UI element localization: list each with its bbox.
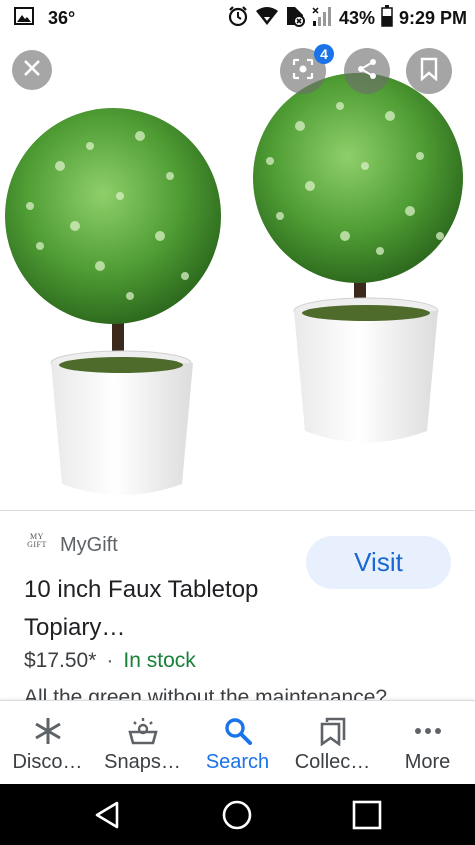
- snapshot-icon: [127, 715, 159, 747]
- image-viewer: 4: [0, 36, 475, 510]
- bottom-nav: Disco… Snaps… Search Collec… More: [0, 700, 475, 784]
- nav-label: More: [404, 751, 451, 773]
- product-image: [5, 73, 463, 495]
- nav-discover[interactable]: Disco…: [0, 701, 95, 784]
- more-icon: [413, 715, 443, 747]
- signal-icon: [311, 5, 333, 32]
- nav-search[interactable]: Search: [190, 701, 285, 784]
- recents-icon[interactable]: [350, 798, 384, 832]
- nav-label: Disco…: [12, 751, 83, 773]
- search-icon: [223, 715, 253, 747]
- source-logo: MY GIFT: [27, 532, 47, 549]
- separator-dot: ·: [106, 649, 114, 672]
- close-icon: [23, 59, 41, 82]
- nav-label: Search: [205, 751, 270, 773]
- temperature-text: 36°: [48, 8, 76, 28]
- nav-snapshot[interactable]: Snaps…: [95, 701, 190, 784]
- system-nav-bar: [0, 784, 475, 845]
- source-row[interactable]: MY GIFT MyGift: [24, 533, 118, 557]
- clock-time: 9:29 PM: [398, 8, 467, 28]
- share-icon: [355, 57, 379, 86]
- result-info-panel: MY GIFT MyGift Visit 10 inch Faux Tablet…: [0, 511, 475, 700]
- back-icon[interactable]: [90, 798, 124, 832]
- bookmark-icon: [419, 57, 439, 86]
- lens-count-badge: 4: [314, 44, 334, 64]
- lens-icon: [291, 57, 315, 86]
- collections-icon: [319, 715, 347, 747]
- battery-icon: [381, 5, 393, 32]
- alarm-icon: [227, 5, 249, 32]
- battery-level: 43%: [338, 8, 375, 28]
- asterisk-icon: [33, 715, 63, 747]
- share-button[interactable]: [344, 48, 390, 94]
- visit-button[interactable]: Visit: [306, 536, 451, 589]
- gallery-icon: [14, 7, 34, 30]
- close-button[interactable]: [12, 50, 52, 90]
- status-bar: 36° 43% 9:29 PM: [0, 0, 475, 36]
- result-title[interactable]: 10 inch Faux Tabletop Topiary…: [24, 571, 294, 647]
- nav-collections[interactable]: Collec…: [285, 701, 380, 784]
- source-name: MyGift: [60, 533, 118, 556]
- nav-more[interactable]: More: [380, 701, 475, 784]
- price: $17.50*: [24, 649, 97, 672]
- nfc-icon: [285, 5, 305, 32]
- nav-label: Snaps…: [104, 751, 181, 773]
- result-description: All the green without the maintenance?: [24, 686, 388, 700]
- price-row: $17.50* · In stock: [24, 649, 196, 673]
- save-button[interactable]: [406, 48, 452, 94]
- nav-label: Collec…: [294, 751, 371, 773]
- wifi-icon: [255, 6, 279, 31]
- stock-status: In stock: [123, 649, 196, 672]
- home-icon[interactable]: [220, 798, 254, 832]
